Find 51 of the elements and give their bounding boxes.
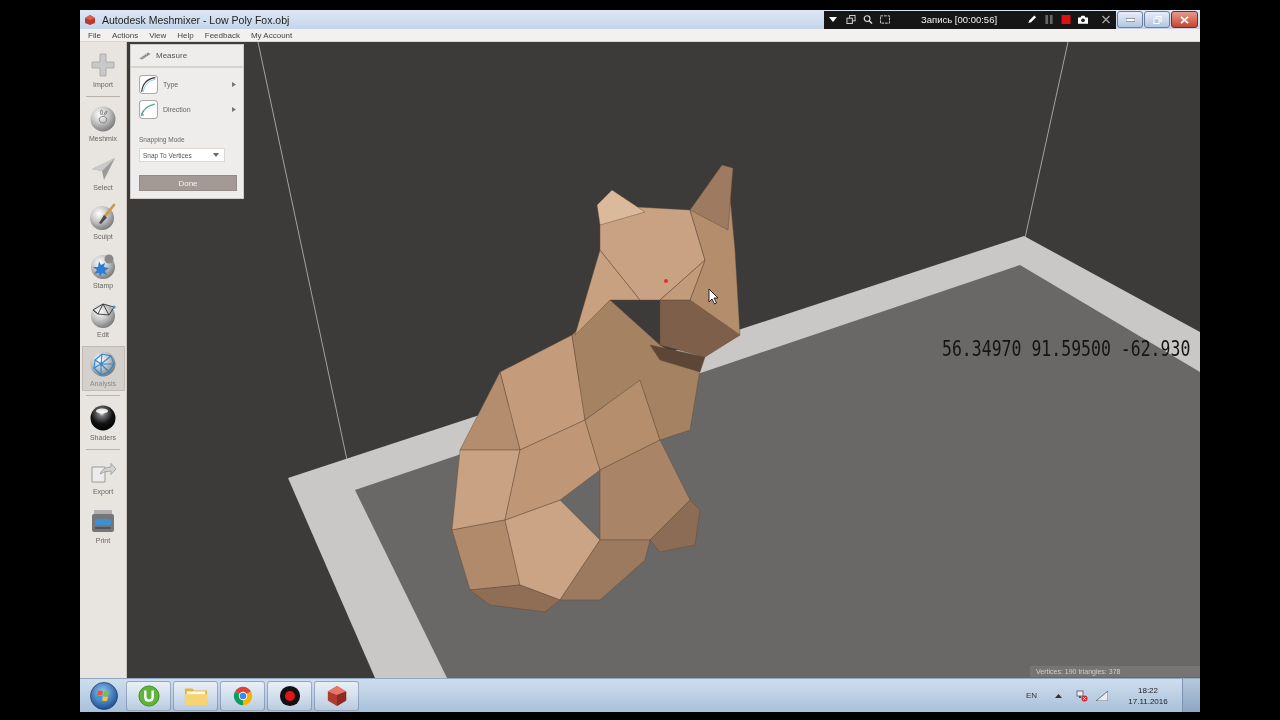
search-icon[interactable] xyxy=(863,15,873,24)
signal-icon[interactable] xyxy=(1096,690,1108,701)
measure-point-icon xyxy=(664,279,668,283)
pause-icon[interactable] xyxy=(1044,15,1055,24)
submenu-arrow-icon xyxy=(232,107,236,112)
menu-item[interactable]: My Account xyxy=(245,29,298,41)
circle-logo-icon xyxy=(136,684,161,707)
menu-item[interactable]: View xyxy=(144,29,172,41)
network-icon[interactable] xyxy=(1076,689,1088,702)
windows-icon[interactable] xyxy=(846,15,856,24)
bunny-sphere-icon xyxy=(89,105,117,133)
panel-title: Measure xyxy=(156,51,188,60)
plus-icon xyxy=(89,51,117,79)
close-icon[interactable] xyxy=(1101,15,1112,24)
recording-status: Запись [00:00:56] xyxy=(921,14,998,25)
menu-item[interactable]: Help xyxy=(172,29,199,41)
caret-icon[interactable] xyxy=(829,17,837,22)
menu-item[interactable]: Feedback xyxy=(199,29,245,41)
start-orb-icon xyxy=(90,681,118,710)
menu-item[interactable]: File xyxy=(83,29,106,41)
record-icon xyxy=(277,684,302,707)
window-title: Autodesk Meshmixer - Low Poly Fox.obj xyxy=(102,13,290,26)
menu-item[interactable]: Actions xyxy=(106,29,144,41)
restore-icon xyxy=(1152,15,1162,24)
clock-time[interactable]: 18:22 xyxy=(1138,684,1158,696)
submenu-arrow-icon xyxy=(232,82,236,87)
ruler-icon xyxy=(139,51,151,60)
caret-icon xyxy=(213,153,219,157)
brush-sphere-icon xyxy=(89,203,117,231)
curve-icon xyxy=(139,100,158,119)
app-logo-icon xyxy=(84,13,96,26)
shiny-sphere-icon xyxy=(89,404,117,432)
close-button[interactable] xyxy=(1171,11,1198,28)
pencil-icon[interactable] xyxy=(1027,15,1038,24)
clock-date[interactable]: 17.11.2016 xyxy=(1128,695,1168,707)
mouse-cursor-icon xyxy=(708,288,719,305)
screen-region-icon[interactable] xyxy=(880,15,890,24)
wireframe-sphere-icon xyxy=(89,301,117,329)
camera-icon[interactable] xyxy=(1078,15,1089,24)
language-indicator[interactable]: EN xyxy=(1025,691,1037,700)
printer-icon xyxy=(89,507,117,535)
caret-icon[interactable] xyxy=(1055,693,1062,698)
close-icon xyxy=(1180,15,1189,24)
stop-icon[interactable] xyxy=(1061,15,1072,24)
mesh-sphere-icon xyxy=(89,350,117,378)
arc-icon xyxy=(139,75,158,94)
taskbar-button[interactable] xyxy=(267,680,312,711)
restore-button[interactable] xyxy=(1144,11,1170,28)
splat-sphere-icon xyxy=(89,252,117,280)
taskbar-button[interactable] xyxy=(314,680,359,711)
minimize-button[interactable] xyxy=(1117,11,1143,28)
